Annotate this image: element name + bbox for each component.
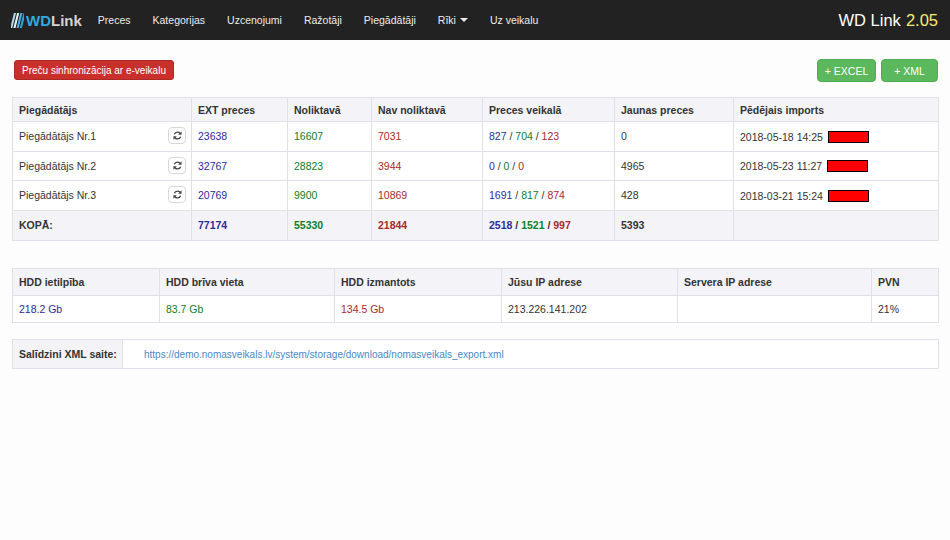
supplier-name: Piegādātājs Nr.3 [19,189,96,201]
import-status-bar [828,190,869,202]
total-products-in-shop: 2518 / 1521 / 997 [483,210,615,240]
brand-wd: WD [26,12,51,29]
in-stock-value: 16607 [288,122,372,152]
col-last-import: Pēdējais imports [734,98,939,122]
nav-item-uzcenojumi[interactable]: Uzcenojumi [216,0,293,40]
total-out-of-stock: 21844 [372,210,483,240]
import-status-bar [828,131,869,143]
nav-item-piegadataji[interactable]: Piegādātāji [353,0,427,40]
in-stock-value: 28823 [288,151,372,181]
col-in-stock: Noliktavā [288,98,372,122]
sync-products-button[interactable]: Preču sinhronizācija ar e-veikalu [14,60,174,80]
suppliers-table: Piegādātājs EXT preces Noliktavā Nav nol… [12,97,939,241]
brand-logo[interactable]: WDLink [11,12,82,29]
new-products-value: 0 [615,122,734,152]
refresh-supplier-1-button[interactable] [168,127,186,144]
nav-item-preces[interactable]: Preces [87,0,142,40]
refresh-icon [172,160,183,171]
brand-link: Link [51,12,82,29]
system-header-row: HDD ietilpība HDD brīva vieta HDD izmant… [13,269,939,296]
last-import-cell: 2018-03-21 15:24 [734,181,939,211]
nav-menu: Preces Kategorijas Uzcenojumi Ražotāji P… [87,0,550,40]
out-of-stock-value: 10869 [372,181,483,211]
col-hdd-used: HDD izmantots [335,269,502,296]
last-import-cell: 2018-05-18 14:25 [734,122,939,152]
refresh-supplier-2-button[interactable] [168,157,186,174]
ext-products-value: 23638 [192,122,288,152]
your-ip-value: 213.226.141.202 [502,296,678,323]
app-title-version: 2.05 [906,11,938,30]
supplier-row-1: Piegādātājs Nr.1 23638 16607 7031 827 / … [13,122,939,152]
import-status-bar [827,160,868,172]
col-supplier: Piegādātājs [13,98,192,122]
nav-item-riki[interactable]: Rīki [427,0,479,40]
total-new-products: 5393 [615,210,734,240]
hdd-capacity-value: 218.2 Gb [13,296,160,323]
col-hdd-capacity: HDD ietilpība [13,269,160,296]
xml-export-link[interactable]: https://demo.nomasveikals.lv/system/stor… [144,349,504,360]
col-hdd-free: HDD brīva vieta [160,269,335,296]
col-new-products: Jaunas preces [615,98,734,122]
totals-label: KOPĀ: [13,210,192,240]
xml-link-row: Salīdzini XML saite: https://demo.nomasv… [13,340,939,369]
new-products-value: 428 [615,181,734,211]
total-last-import-cell [734,210,939,240]
refresh-icon [172,130,183,141]
xml-export-button[interactable]: + XML [881,59,938,82]
excel-export-button[interactable]: + EXCEL [817,59,876,82]
system-info-row: 218.2 Gb 83.7 Gb 134.5 Gb 213.226.141.20… [13,296,939,323]
products-in-shop-value: 0 / 0 / 0 [483,151,615,181]
hdd-used-value: 134.5 Gb [335,296,502,323]
hdd-free-value: 83.7 Gb [160,296,335,323]
app-title: WD Link 2.05 [839,0,938,40]
total-ext-products: 77174 [192,210,288,240]
col-server-ip: Servera IP adrese [678,269,872,296]
suppliers-header-row: Piegādātājs EXT preces Noliktavā Nav nol… [13,98,939,122]
supplier-name: Piegādātājs Nr.1 [19,130,96,142]
nav-item-uz-veikalu[interactable]: Uz veikalu [479,0,549,40]
brand-slashes-icon [11,12,24,28]
vat-value: 21% [872,296,939,323]
supplier-row-3: Piegādātājs Nr.3 20769 9900 10869 1691 /… [13,181,939,211]
in-stock-value: 9900 [288,181,372,211]
ext-products-value: 32767 [192,151,288,181]
col-ext-products: EXT preces [192,98,288,122]
server-ip-value [678,296,872,323]
navbar: WDLink Preces Kategorijas Uzcenojumi Raž… [0,0,950,40]
refresh-icon [172,189,183,200]
col-out-of-stock: Nav noliktavā [372,98,483,122]
xml-link-label: Salīdzini XML saite: [13,340,123,369]
caret-down-icon [460,18,468,22]
supplier-row-2: Piegādātājs Nr.2 32767 28823 3944 0 / 0 … [13,151,939,181]
products-in-shop-value: 1691 / 817 / 874 [483,181,615,211]
col-vat: PVN [872,269,939,296]
system-info-table: HDD ietilpība HDD brīva vieta HDD izmant… [12,268,939,323]
app-title-name: WD Link [839,11,901,30]
out-of-stock-value: 7031 [372,122,483,152]
ext-products-value: 20769 [192,181,288,211]
products-in-shop-value: 827 / 704 / 123 [483,122,615,152]
nav-item-kategorijas[interactable]: Kategorijas [142,0,217,40]
col-your-ip: Jūsu IP adrese [502,269,678,296]
last-import-cell: 2018-05-23 11:27 [734,151,939,181]
total-in-stock: 55330 [288,210,372,240]
xml-link-table: Salīdzini XML saite: https://demo.nomasv… [12,339,939,369]
out-of-stock-value: 3944 [372,151,483,181]
col-products-in-shop: Preces veikalā [483,98,615,122]
supplier-name: Piegādātājs Nr.2 [19,160,96,172]
new-products-value: 4965 [615,151,734,181]
refresh-supplier-3-button[interactable] [168,186,186,203]
totals-row: KOPĀ: 77174 55330 21844 2518 / 1521 / 99… [13,210,939,240]
nav-item-razotaji[interactable]: Ražotāji [293,0,353,40]
